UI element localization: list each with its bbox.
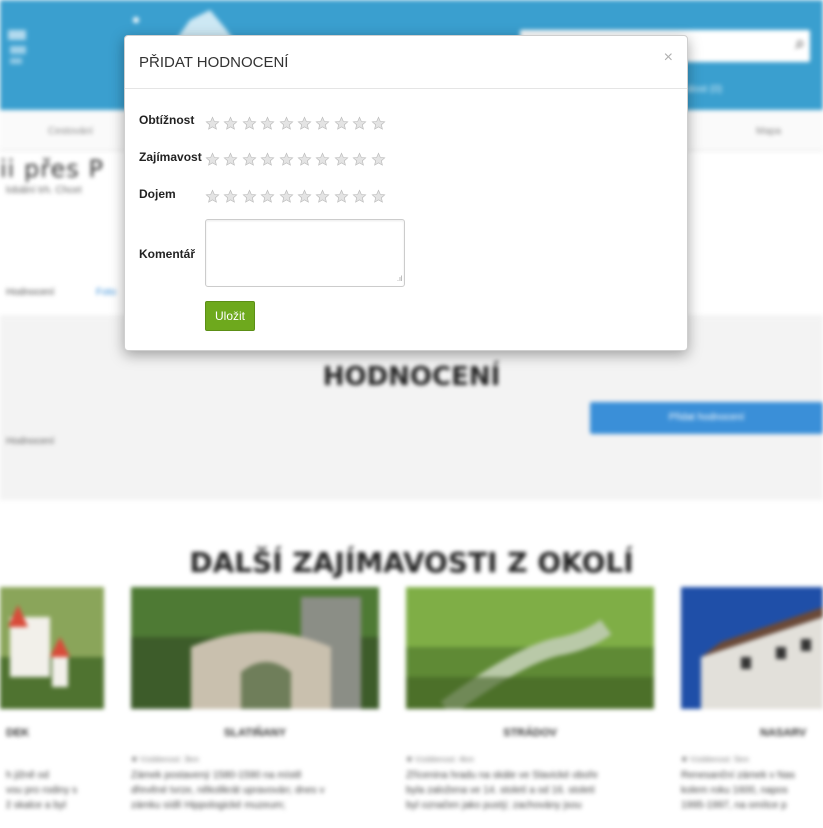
star-icon[interactable] [242, 152, 257, 167]
nav-item-map[interactable]: Mapa [756, 126, 781, 137]
star-icon[interactable] [352, 116, 367, 131]
interest-label: Zajímavost [139, 150, 202, 164]
star-icon[interactable] [297, 152, 312, 167]
star-icon[interactable] [334, 189, 349, 204]
star-icon[interactable] [297, 189, 312, 204]
cart-link[interactable]: álost (0) [686, 84, 722, 95]
site-logo [8, 30, 26, 64]
comment-textarea[interactable] [205, 219, 405, 287]
star-icon[interactable] [260, 152, 275, 167]
star-icon[interactable] [279, 152, 294, 167]
interest-stars[interactable] [205, 152, 389, 167]
star-icon[interactable] [371, 116, 386, 131]
card-text-4: Renesanční zámek v Nas kolem roku 1600, … [681, 770, 795, 811]
nearby-title: DALŠÍ ZAJÍMAVOSTI Z OKOLÍ [189, 546, 634, 579]
ratings-title: HODNOCENÍ [322, 362, 501, 392]
card-image-2[interactable] [131, 587, 379, 709]
star-icon[interactable] [205, 152, 220, 167]
modal-header: PŘIDAT HODNOCENÍ × [125, 36, 687, 89]
modal-title: PŘIDAT HODNOCENÍ [139, 54, 289, 71]
tab-photos[interactable]: Foto [96, 287, 116, 298]
card-text-1: h jižně od vou pro rodiny s ž skalce a b… [6, 770, 78, 811]
card-distance-4: ✱ Vzdálenost: 5km [681, 755, 750, 764]
star-icon[interactable] [223, 189, 238, 204]
card-text-3: Zřícenina hradu na skále ve Slavické obo… [406, 770, 598, 811]
nav-item-travel[interactable]: Cestování [48, 126, 93, 137]
save-button[interactable]: Uložit [205, 301, 256, 331]
card-title-2[interactable]: SLATIŇANY [131, 727, 379, 739]
star-icon[interactable] [315, 116, 330, 131]
card-image-4[interactable] [681, 587, 823, 709]
impression-label: Dojem [139, 187, 176, 201]
star-icon[interactable] [334, 152, 349, 167]
add-rating-modal: PŘIDAT HODNOCENÍ × Obtížnost Zajímavost … [124, 35, 688, 351]
add-rating-button[interactable]: Přidat hodnocení [590, 402, 823, 434]
card-text-2: Zámek postavený 1580-1590 na místě dřevě… [131, 770, 325, 811]
star-icon[interactable] [315, 152, 330, 167]
card-title-3[interactable]: STRÁDOV [406, 727, 654, 739]
search-icon[interactable]: ⌕ [795, 33, 805, 54]
tab-ratings[interactable]: Hodnocení [6, 287, 54, 298]
ratings-text: Hodnocení [6, 436, 55, 447]
star-icon[interactable] [315, 189, 330, 204]
star-icon[interactable] [352, 152, 367, 167]
location-text: lobální trh. Chcet [6, 185, 82, 196]
star-icon[interactable] [371, 152, 386, 167]
star-icon[interactable] [352, 189, 367, 204]
difficulty-stars[interactable] [205, 116, 389, 131]
star-icon[interactable] [260, 116, 275, 131]
card-image-1[interactable] [0, 587, 104, 709]
card-distance-3: ✱ Vzdálenost: 4km [406, 755, 475, 764]
star-icon[interactable] [205, 116, 220, 131]
difficulty-label: Obtížnost [139, 113, 195, 127]
comment-label: Komentář [139, 247, 196, 261]
star-icon[interactable] [279, 189, 294, 204]
star-icon[interactable] [205, 189, 220, 204]
star-icon[interactable] [223, 116, 238, 131]
star-icon[interactable] [242, 116, 257, 131]
close-icon[interactable]: × [664, 49, 673, 67]
star-icon[interactable] [371, 189, 386, 204]
card-title-4[interactable]: NASARV [760, 727, 806, 739]
star-icon[interactable] [242, 189, 257, 204]
resize-handle-icon[interactable]: .ıl [397, 276, 685, 349]
card-distance-2: ✱ Vzdálenost: 3km [131, 755, 200, 764]
impression-stars[interactable] [205, 189, 389, 204]
star-icon[interactable] [279, 116, 294, 131]
star-icon[interactable] [297, 116, 312, 131]
star-icon[interactable] [260, 189, 275, 204]
page-heading: ii přes P [0, 155, 104, 183]
card-image-3[interactable] [406, 587, 654, 709]
star-icon[interactable] [223, 152, 238, 167]
card-title-1[interactable]: DEK [6, 727, 29, 739]
star-icon[interactable] [334, 116, 349, 131]
